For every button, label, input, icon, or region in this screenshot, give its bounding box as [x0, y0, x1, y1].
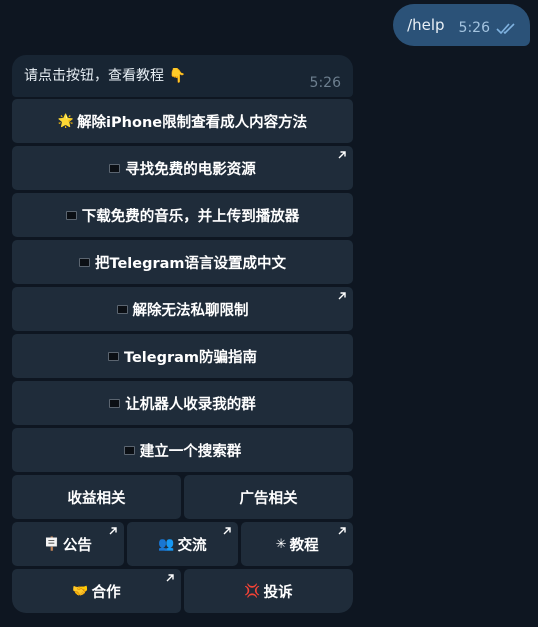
external-link-arrow-icon	[338, 292, 346, 300]
external-link-arrow-icon	[338, 151, 346, 159]
keyboard-button[interactable]: 🌟 解除iPhone限制查看成人内容方法	[12, 99, 353, 143]
keyboard-button-label: 寻找免费的电影资源	[125, 161, 256, 178]
keyboard-button-label: 投诉	[263, 584, 293, 601]
external-link-arrow-icon	[223, 527, 232, 535]
incoming-message-time: 5:26	[309, 75, 341, 91]
keyboard-button[interactable]: 🤝 合作	[12, 569, 181, 613]
outgoing-message-text: /help	[407, 16, 445, 34]
keyboard-button-label: 教程	[289, 537, 319, 554]
black-square-icon	[109, 398, 121, 408]
emoji-icon: 🪧	[43, 536, 60, 552]
keyboard-row: 🪧 公告 👥 交流 ✳ 教程	[12, 522, 354, 566]
keyboard-button[interactable]: 收益相关	[12, 475, 181, 519]
external-link-arrow-icon	[338, 527, 346, 535]
double-check-icon	[496, 23, 515, 35]
keyboard-button[interactable]: 广告相关	[184, 475, 353, 519]
keyboard-row: 建立一个搜索群	[12, 428, 353, 472]
keyboard-button[interactable]: 👥 交流	[126, 522, 239, 566]
keyboard-button-label: 解除无法私聊限制	[132, 302, 249, 319]
keyboard-row: 解除无法私聊限制	[12, 287, 353, 331]
keyboard-button[interactable]: 解除无法私聊限制	[12, 287, 353, 331]
emoji-icon: 👥	[158, 536, 175, 552]
black-square-icon	[116, 304, 128, 314]
keyboard-button[interactable]: 把Telegram语言设置成中文	[12, 240, 353, 284]
incoming-message-text: 请点击按钮，查看教程	[24, 68, 164, 84]
external-link-arrow-icon	[109, 527, 117, 535]
keyboard-button[interactable]: 建立一个搜索群	[12, 428, 353, 472]
keyboard-row: 下载免费的音乐，并上传到播放器	[12, 193, 353, 237]
keyboard-button[interactable]: Telegram防骗指南	[12, 334, 353, 378]
keyboard-button[interactable]: 让机器人收录我的群	[12, 381, 353, 425]
keyboard-button-label: Telegram防骗指南	[123, 349, 258, 366]
emoji-icon: 💢	[244, 583, 261, 599]
incoming-message: 请点击按钮，查看教程 👇 5:26	[12, 55, 353, 97]
keyboard-button-label: 合作	[91, 584, 121, 601]
keyboard-row: 🤝 合作 💢 投诉	[12, 569, 353, 613]
black-square-icon	[65, 210, 77, 220]
outgoing-message-meta: 5:26	[459, 14, 520, 36]
inline-keyboard: 🌟 解除iPhone限制查看成人内容方法 寻找免费的电影资源 下载免费的音乐，并上传到…	[12, 99, 354, 616]
keyboard-button-label: 把Telegram语言设置成中文	[94, 255, 287, 272]
keyboard-button-label: 让机器人收录我的群	[125, 396, 256, 413]
keyboard-button[interactable]: 💢 投诉	[184, 569, 353, 613]
outgoing-message-time: 5:26	[458, 20, 490, 36]
emoji-icon: 🤝	[72, 583, 89, 599]
keyboard-button-label: 交流	[177, 537, 207, 554]
emoji-icon: 🌟	[57, 113, 75, 129]
keyboard-button-label: 公告	[62, 537, 92, 554]
external-link-arrow-icon	[166, 574, 174, 582]
keyboard-button[interactable]: ✳ 教程	[241, 522, 354, 566]
keyboard-row: 收益相关 广告相关	[12, 475, 353, 519]
keyboard-button-label: 收益相关	[67, 490, 126, 507]
keyboard-button[interactable]: 🪧 公告	[12, 522, 124, 566]
black-square-icon	[123, 445, 135, 455]
keyboard-button-label: 广告相关	[239, 490, 298, 507]
outgoing-message: /help 5:26	[393, 4, 530, 46]
keyboard-row: 把Telegram语言设置成中文	[12, 240, 353, 284]
keyboard-row: 寻找免费的电影资源	[12, 146, 353, 190]
emoji-icon: ✳	[275, 536, 287, 552]
black-square-icon	[109, 163, 121, 173]
keyboard-row: 让机器人收录我的群	[12, 381, 353, 425]
keyboard-button[interactable]: 下载免费的音乐，并上传到播放器	[12, 193, 353, 237]
black-square-icon	[78, 257, 90, 267]
keyboard-button-label: 建立一个搜索群	[139, 443, 242, 460]
keyboard-row: 🌟 解除iPhone限制查看成人内容方法	[12, 99, 353, 143]
keyboard-button-label: 下载免费的音乐，并上传到播放器	[81, 208, 300, 225]
keyboard-row: Telegram防骗指南	[12, 334, 353, 378]
keyboard-button-label: 解除iPhone限制查看成人内容方法	[77, 114, 308, 131]
black-square-icon	[107, 351, 119, 361]
keyboard-button[interactable]: 寻找免费的电影资源	[12, 146, 353, 190]
pointing-down-icon: 👇	[168, 68, 186, 84]
